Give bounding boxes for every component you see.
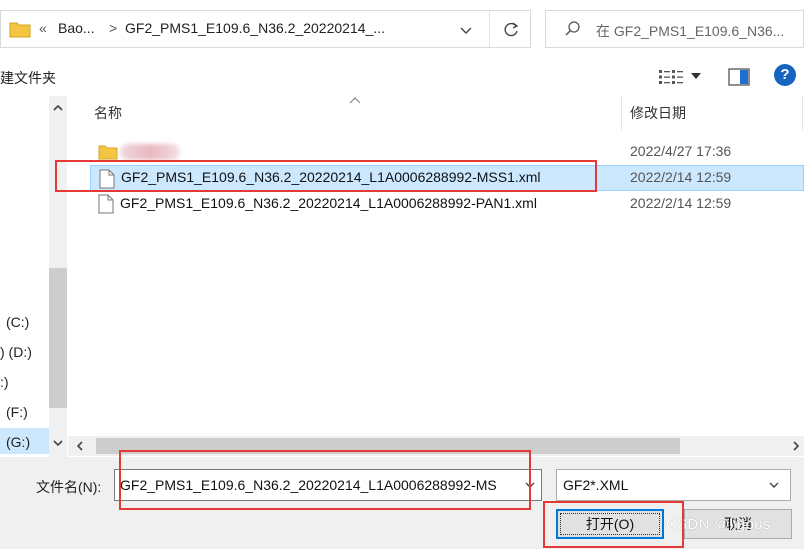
preview-pane-icon[interactable] [728, 68, 750, 86]
annotation-box-selected-file [55, 160, 597, 192]
breadcrumb-separator: > [109, 20, 118, 36]
chevron-down-icon[interactable] [456, 21, 476, 39]
list-item-file[interactable]: GF2_PMS1_E109.6_N36.2_20220214_L1A000628… [90, 191, 804, 217]
file-name: GF2_PMS1_E109.6_N36.2_20220214_L1A000628… [120, 195, 537, 211]
navigation-pane[interactable]: (C:) ) (D:) :) (F:) (G:) [0, 96, 68, 457]
search-box[interactable]: 在 GF2_PMS1_E109.6_N36... [545, 10, 804, 48]
folder-icon [98, 145, 118, 160]
nav-drive-e[interactable]: :) [0, 374, 9, 390]
search-input[interactable]: 在 GF2_PMS1_E109.6_N36... [596, 21, 784, 41]
help-icon[interactable]: ? [774, 64, 796, 86]
nav-scrollbar-thumb[interactable] [49, 268, 67, 408]
breadcrumb-bao[interactable]: Bao... [58, 20, 95, 36]
file-date: 2022/2/14 12:59 [630, 195, 732, 211]
back-chevrons[interactable]: « [39, 20, 47, 36]
sort-ascending-icon [349, 97, 361, 104]
folder-icon [9, 22, 31, 38]
toolbar: 建文件夹 ? [0, 56, 804, 96]
filename-label: 文件名(N): [36, 479, 102, 495]
chevron-down-icon[interactable] [51, 437, 65, 449]
column-divider[interactable] [802, 96, 803, 130]
column-header-name[interactable]: 名称 [94, 96, 122, 130]
annotation-box-filename [119, 450, 531, 510]
view-options-icon[interactable] [658, 69, 684, 85]
chevron-down-icon[interactable] [768, 480, 780, 490]
file-list[interactable]: 名称 修改日期 2022/4/27 17:36 GF2_PMS1_E109.6_… [78, 96, 804, 436]
file-type-value: GF2*.XML [563, 477, 629, 493]
annotation-box-open-button [543, 501, 684, 548]
file-date: 2022/4/27 17:36 [630, 143, 732, 159]
chevron-right-icon[interactable] [790, 440, 802, 452]
divider [489, 11, 490, 47]
file-type-select[interactable]: GF2*.XML [556, 469, 791, 501]
column-header-modified[interactable]: 修改日期 [630, 96, 686, 130]
document-icon [98, 194, 114, 214]
refresh-icon[interactable] [498, 17, 524, 43]
column-divider[interactable] [621, 96, 622, 130]
nav-drive-g[interactable]: (G:) [6, 434, 30, 450]
breadcrumb-current-folder[interactable]: GF2_PMS1_E109.6_N36.2_20220214_... [125, 20, 385, 36]
address-bar[interactable]: « Bao... > GF2_PMS1_E109.6_N36.2_2022021… [0, 10, 531, 48]
file-date: 2022/2/14 12:59 [630, 169, 732, 185]
new-folder-button[interactable]: 建文件夹 [0, 68, 56, 88]
chevron-up-icon[interactable] [51, 102, 65, 114]
redacted-folder-name [120, 144, 180, 160]
chevron-left-icon[interactable] [74, 440, 86, 452]
nav-drive-d[interactable]: ) (D:) [0, 344, 32, 360]
nav-drive-c[interactable]: (C:) [6, 314, 29, 330]
search-icon [565, 21, 580, 36]
view-dropdown-icon[interactable] [690, 71, 702, 81]
nav-drive-f[interactable]: (F:) [6, 404, 28, 420]
